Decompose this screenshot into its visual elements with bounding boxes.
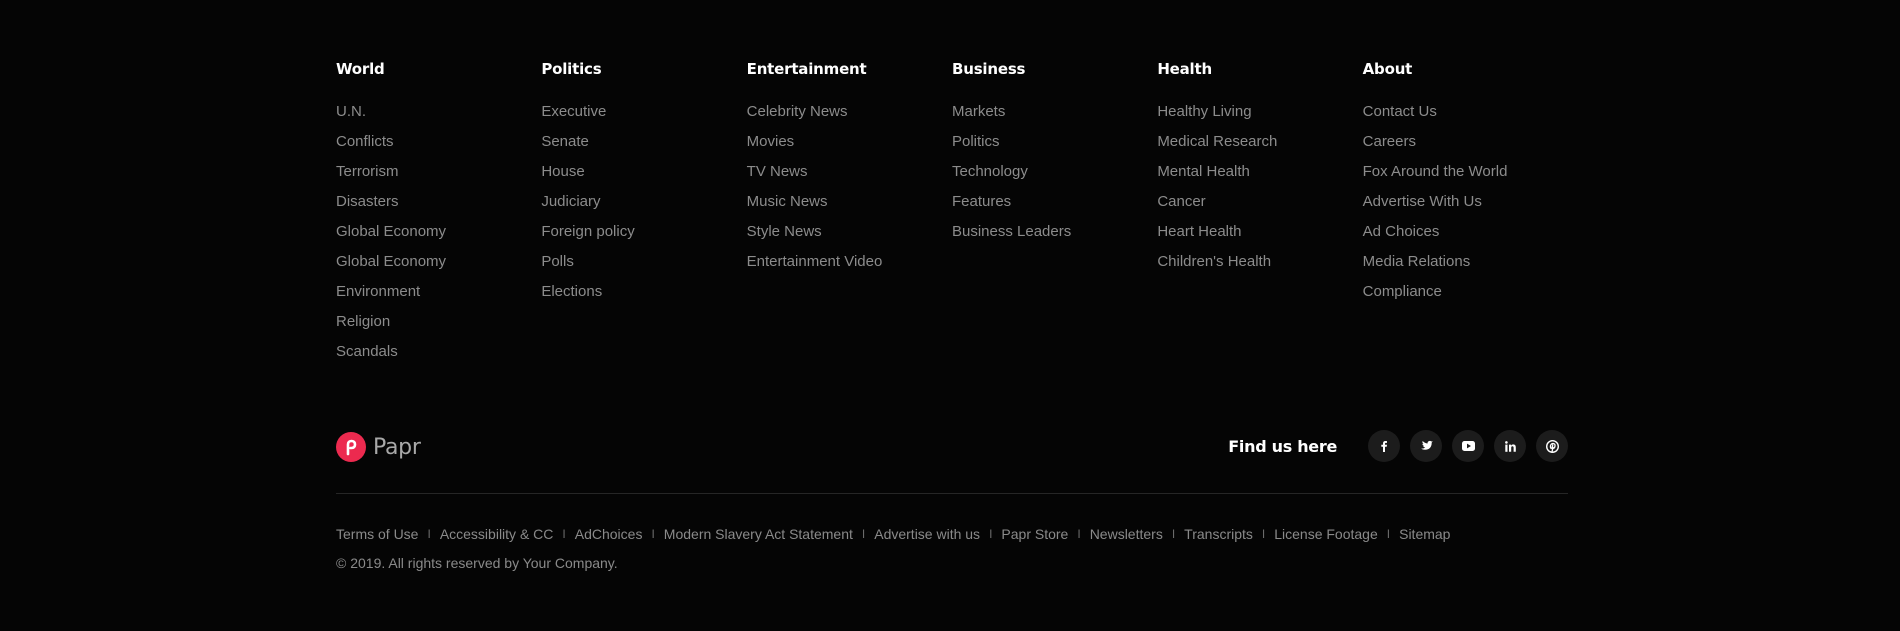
footer-link[interactable]: Ad Choices xyxy=(1363,221,1568,251)
brand-name: Papr xyxy=(373,434,421,460)
footer-link[interactable]: Conflicts xyxy=(336,131,541,161)
separator: I xyxy=(1171,527,1176,541)
copyright-text: © 2019. All rights reserved by Your Comp… xyxy=(336,555,618,571)
footer-link[interactable]: House xyxy=(541,161,746,191)
footer-link[interactable]: Terrorism xyxy=(336,161,541,191)
footer-link[interactable]: Polls xyxy=(541,251,746,281)
footer-column-politics: Politics Executive Senate House Judiciar… xyxy=(541,60,746,371)
footer-link[interactable]: Advertise With Us xyxy=(1363,191,1568,221)
footer-link[interactable]: Elections xyxy=(541,281,746,311)
footer-link[interactable]: Mental Health xyxy=(1157,161,1362,191)
separator: I xyxy=(427,527,431,541)
footer-link[interactable]: U.N. xyxy=(336,101,541,131)
footer-link[interactable]: Healthy Living xyxy=(1157,101,1362,131)
brand-row: Papr Find us here xyxy=(336,428,1568,464)
footer-column-health: Health Healthy Living Medical Research M… xyxy=(1157,60,1362,371)
papr-logo-icon xyxy=(336,432,366,462)
column-title: Business xyxy=(951,60,1026,78)
footer-link[interactable]: Disasters xyxy=(336,191,541,221)
site-footer: World U.N. Conflicts Terrorism Disasters… xyxy=(0,0,1900,631)
legal-links: Terms of Use I Accessibility & CC I AdCh… xyxy=(336,526,1450,542)
link-list: Markets Politics Technology Features Bus… xyxy=(952,101,1157,251)
footer-column-world: World U.N. Conflicts Terrorism Disasters… xyxy=(336,60,541,371)
legal-link-store[interactable]: Papr Store xyxy=(1001,526,1068,542)
footer-divider xyxy=(336,493,1568,494)
legal-link-newsletters[interactable]: Newsletters xyxy=(1090,526,1163,542)
separator: I xyxy=(562,527,566,541)
legal-link-accessibility[interactable]: Accessibility & CC xyxy=(440,526,554,542)
logo[interactable]: Papr xyxy=(336,432,421,462)
footer-link[interactable]: Global Economy xyxy=(336,251,541,281)
footer-link[interactable]: Technology xyxy=(952,161,1157,191)
footer-link[interactable]: Cancer xyxy=(1157,191,1362,221)
footer-column-entertainment: Entertainment Celebrity News Movies TV N… xyxy=(747,60,952,371)
footer-link[interactable]: Media Relations xyxy=(1363,251,1568,281)
twitter-icon[interactable] xyxy=(1410,430,1442,462)
pinterest-icon[interactable] xyxy=(1536,430,1568,462)
footer-columns: World U.N. Conflicts Terrorism Disasters… xyxy=(336,60,1568,371)
footer-link[interactable]: Heart Health xyxy=(1157,221,1362,251)
separator: I xyxy=(861,527,866,541)
footer-column-about: About Contact Us Careers Fox Around the … xyxy=(1363,60,1568,371)
footer-link[interactable]: Children's Health xyxy=(1157,251,1362,281)
footer-column-business: Business Markets Politics Technology Fea… xyxy=(952,60,1157,371)
footer-link[interactable]: Environment xyxy=(336,281,541,311)
legal-link-license-footage[interactable]: License Footage xyxy=(1274,526,1378,542)
link-list: Celebrity News Movies TV News Music News… xyxy=(747,101,952,281)
link-list: Executive Senate House Judiciary Foreign… xyxy=(541,101,746,311)
footer-link[interactable]: Judiciary xyxy=(541,191,746,221)
column-title: Politics xyxy=(541,60,602,78)
facebook-icon[interactable] xyxy=(1368,430,1400,462)
footer-link[interactable]: Markets xyxy=(952,101,1157,131)
footer-link[interactable]: Senate xyxy=(541,131,746,161)
footer-link[interactable]: Music News xyxy=(747,191,952,221)
legal-link-terms[interactable]: Terms of Use xyxy=(336,526,418,542)
footer-link[interactable]: Medical Research xyxy=(1157,131,1362,161)
footer-link[interactable]: Fox Around the World xyxy=(1363,161,1568,191)
footer-link[interactable]: Style News xyxy=(747,221,952,251)
footer-link[interactable]: Careers xyxy=(1363,131,1568,161)
footer-link[interactable]: Celebrity News xyxy=(747,101,952,131)
separator: I xyxy=(1261,527,1266,541)
separator: I xyxy=(989,527,993,541)
legal-link-adchoices[interactable]: AdChoices xyxy=(575,526,643,542)
footer-link[interactable]: Foreign policy xyxy=(541,221,746,251)
footer-link[interactable]: Features xyxy=(952,191,1157,221)
column-title: World xyxy=(336,60,385,78)
link-list: Contact Us Careers Fox Around the World … xyxy=(1363,101,1568,311)
column-title: Health xyxy=(1157,60,1212,78)
footer-link[interactable]: Politics xyxy=(952,131,1157,161)
footer-link[interactable]: Contact Us xyxy=(1363,101,1568,131)
footer-link[interactable]: Religion xyxy=(336,311,541,341)
youtube-icon[interactable] xyxy=(1452,430,1484,462)
footer-link[interactable]: Movies xyxy=(747,131,952,161)
separator: I xyxy=(651,527,655,541)
legal-link-transcripts[interactable]: Transcripts xyxy=(1184,526,1253,542)
social-links: Find us here xyxy=(1228,430,1568,462)
footer-link[interactable]: Entertainment Video xyxy=(747,251,952,281)
footer-link[interactable]: Business Leaders xyxy=(952,221,1157,251)
column-title: About xyxy=(1362,60,1413,78)
footer-link[interactable]: TV News xyxy=(747,161,952,191)
column-title: Entertainment xyxy=(746,60,867,78)
legal-link-modern-slavery[interactable]: Modern Slavery Act Statement xyxy=(664,526,853,542)
separator: I xyxy=(1077,527,1081,541)
link-list: U.N. Conflicts Terrorism Disasters Globa… xyxy=(336,101,541,371)
legal-link-sitemap[interactable]: Sitemap xyxy=(1399,526,1450,542)
social-label: Find us here xyxy=(1228,436,1337,456)
linkedin-icon[interactable] xyxy=(1494,430,1526,462)
link-list: Healthy Living Medical Research Mental H… xyxy=(1157,101,1362,281)
legal-link-advertise[interactable]: Advertise with us xyxy=(874,526,980,542)
footer-link[interactable]: Compliance xyxy=(1363,281,1568,311)
footer-link[interactable]: Executive xyxy=(541,101,746,131)
separator: I xyxy=(1386,527,1391,541)
footer-link[interactable]: Global Economy xyxy=(336,221,541,251)
footer-link[interactable]: Scandals xyxy=(336,341,541,371)
